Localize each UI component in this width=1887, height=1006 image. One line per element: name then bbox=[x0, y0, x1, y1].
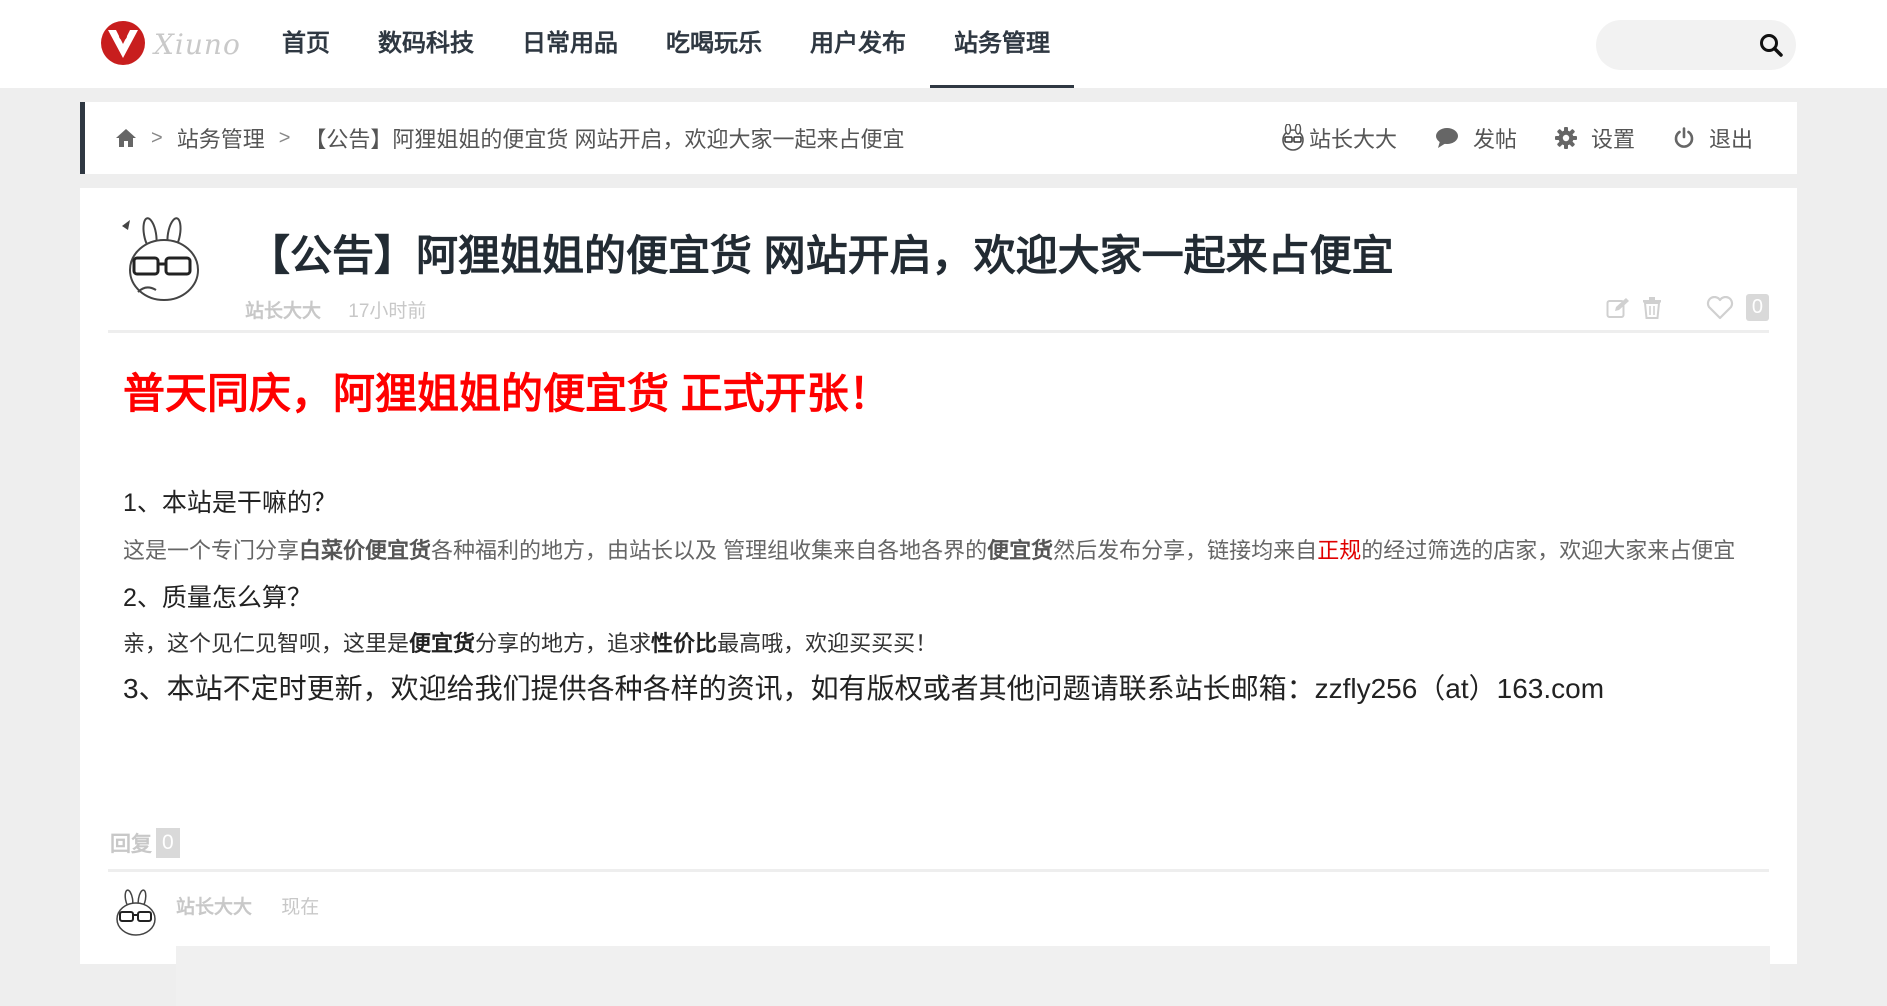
post-title: 【公告】阿狸姐姐的便宜货 网站开启，欢迎大家一起来占便宜 bbox=[248, 232, 1394, 279]
answer-bold: 便宜货 bbox=[409, 631, 476, 656]
like-count: 0 bbox=[1745, 294, 1769, 321]
answer-bold: 便宜货 bbox=[987, 538, 1054, 563]
user-menu: 站长大大 发帖 设置 退出 bbox=[1241, 102, 1753, 174]
answer-highlight: 正规 bbox=[1317, 538, 1362, 563]
answer-text: 最高哦，欢迎买买买！ bbox=[717, 631, 938, 656]
nav-item-site-admin[interactable]: 站务管理 bbox=[930, 0, 1074, 88]
answer-text: 各种福利的地方，由站长以及 管理组收集来自各地各界的 bbox=[431, 538, 988, 563]
post-body: 普天同庆，阿狸姐姐的便宜货 正式开张！ 1、本站是干嘛的？ 这是一个专门分享白菜… bbox=[123, 360, 1763, 707]
site-logo[interactable]: Xiuno bbox=[100, 20, 250, 72]
search-box bbox=[1596, 20, 1796, 70]
answer-text: 分享的地方，追求 bbox=[475, 631, 652, 656]
post-answer-1: 这是一个专门分享白菜价便宜货各种福利的地方，由站长以及 管理组收集来自各地各界的… bbox=[123, 527, 1763, 574]
new-post-button[interactable]: 发帖 bbox=[1435, 122, 1517, 154]
nav-item-daily-goods[interactable]: 日常用品 bbox=[498, 0, 642, 88]
breadcrumb-separator: > bbox=[278, 126, 291, 149]
logo-shield-icon bbox=[101, 21, 145, 65]
settings-button[interactable]: 设置 bbox=[1554, 122, 1635, 154]
post-question-2: 2、质量怎么算？ bbox=[123, 584, 312, 612]
search-input[interactable] bbox=[1614, 28, 1748, 64]
post-answer-2: 亲，这个见仁见智呗，这里是便宜货分享的地方，追求性价比最高哦，欢迎买买买！ bbox=[123, 620, 1763, 667]
post-headline: 普天同庆，阿狸姐姐的便宜货 正式开张！ bbox=[123, 370, 891, 417]
nav-item-digital-tech[interactable]: 数码科技 bbox=[354, 0, 498, 88]
edit-icon[interactable] bbox=[1606, 297, 1630, 319]
search-icon[interactable] bbox=[1758, 32, 1784, 58]
answer-text: 亲，这个见仁见智呗，这里是 bbox=[123, 631, 410, 656]
reply-author-link[interactable]: 站长大大 bbox=[176, 897, 252, 918]
comment-icon bbox=[1435, 128, 1458, 148]
delete-icon[interactable] bbox=[1642, 296, 1662, 319]
username-label: 站长大大 bbox=[1308, 127, 1397, 152]
reply-avatar[interactable] bbox=[110, 888, 160, 938]
like-heart-icon[interactable] bbox=[1706, 295, 1734, 320]
settings-label: 设置 bbox=[1590, 127, 1635, 152]
answer-text: 然后发布分享，链接均来自 bbox=[1053, 538, 1318, 563]
post-question-1: 1、本站是干嘛的？ bbox=[123, 489, 337, 517]
breadcrumb-thread[interactable]: 【公告】阿狸姐姐的便宜货 网站开启，欢迎大家一起来占便宜 bbox=[304, 122, 904, 154]
replies-header: 回复 0 bbox=[110, 828, 180, 858]
user-profile-link[interactable]: 站长大大 bbox=[1279, 122, 1397, 154]
logo-text: Xiuno bbox=[154, 28, 241, 61]
main-nav: 首页 数码科技 日常用品 吃喝玩乐 用户发布 站务管理 bbox=[258, 0, 1074, 88]
nav-item-food-fun[interactable]: 吃喝玩乐 bbox=[642, 0, 786, 88]
post-tools: 0 bbox=[1594, 294, 1769, 321]
top-navbar: Xiuno 首页 数码科技 日常用品 吃喝玩乐 用户发布 站务管理 bbox=[0, 0, 1887, 88]
new-post-label: 发帖 bbox=[1472, 127, 1517, 152]
answer-text: 的经过筛选的店家，欢迎大家来占便宜 bbox=[1361, 538, 1736, 563]
reply-meta: 站长大大 现在 bbox=[176, 892, 319, 919]
gear-icon bbox=[1554, 127, 1577, 149]
nav-item-home[interactable]: 首页 bbox=[258, 0, 354, 88]
author-avatar[interactable] bbox=[116, 214, 208, 306]
nav-item-user-posts[interactable]: 用户发布 bbox=[786, 0, 930, 88]
post-meta: 站长大大 17小时前 bbox=[245, 296, 426, 323]
power-icon bbox=[1674, 127, 1694, 148]
user-avatar-icon bbox=[1282, 124, 1304, 151]
logout-button[interactable]: 退出 bbox=[1673, 122, 1753, 154]
replies-divider bbox=[108, 869, 1769, 872]
post-author-link[interactable]: 站长大大 bbox=[245, 301, 321, 322]
answer-bold: 性价比 bbox=[651, 631, 718, 656]
answer-bold: 白菜价便宜货 bbox=[299, 538, 432, 563]
reply-count-badge: 0 bbox=[156, 828, 180, 858]
home-icon[interactable] bbox=[115, 127, 137, 149]
breadcrumb-forum[interactable]: 站务管理 bbox=[177, 122, 265, 154]
logout-label: 退出 bbox=[1708, 127, 1753, 152]
answer-text: 这是一个专门分享 bbox=[123, 538, 300, 563]
reply-editor[interactable] bbox=[176, 946, 1770, 1006]
thread-card: 【公告】阿狸姐姐的便宜货 网站开启，欢迎大家一起来占便宜 站长大大 17小时前 … bbox=[80, 188, 1797, 1006]
post-time: 17小时前 bbox=[348, 301, 427, 322]
reply-time: 现在 bbox=[281, 897, 320, 918]
breadcrumb-separator: > bbox=[151, 126, 163, 149]
replies-label: 回复 bbox=[110, 833, 152, 856]
breadcrumb-bar: > 站务管理 > 【公告】阿狸姐姐的便宜货 网站开启，欢迎大家一起来占便宜 站长… bbox=[80, 102, 1797, 174]
breadcrumb: > 站务管理 > 【公告】阿狸姐姐的便宜货 网站开启，欢迎大家一起来占便宜 bbox=[115, 102, 905, 174]
title-divider bbox=[108, 330, 1769, 333]
post-line-3: 3、本站不定时更新，欢迎给我们提供各种各样的资讯，如有版权或者其他问题请联系站长… bbox=[123, 673, 1605, 704]
